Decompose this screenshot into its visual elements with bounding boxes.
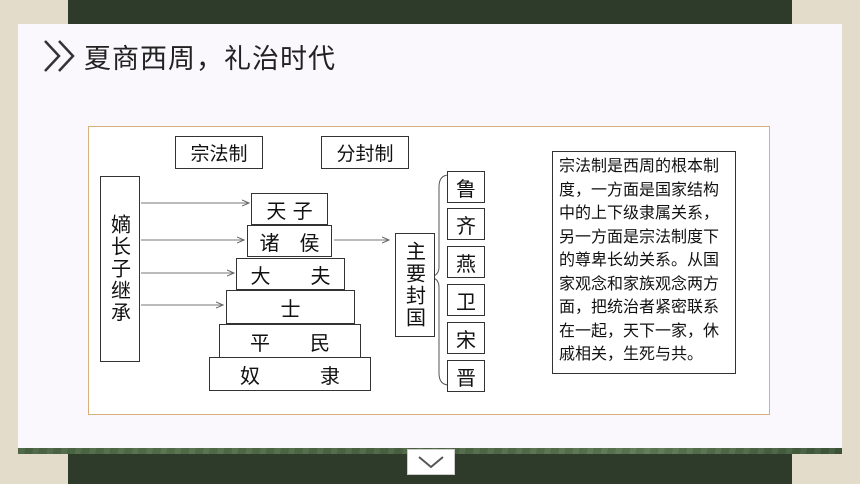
- state-jin: 晋: [447, 360, 485, 392]
- pyramid-shi: 士: [226, 290, 355, 324]
- label-zongfa: 宗法制: [175, 136, 263, 169]
- state-yan: 燕: [447, 246, 485, 278]
- zongfa-note: 宗法制是西周的根本制度，一方面是国家结构中的上下级隶属关系，另一方面是宗法制度下…: [552, 151, 736, 374]
- chevron-down-icon: [418, 456, 444, 469]
- next-button[interactable]: [407, 449, 455, 475]
- primogeniture-box: 嫡长子继承: [100, 176, 140, 362]
- slide: 夏商西周，礼治时代 宗法制 分封制 嫡长子继承 天 子 诸 侯 大 夫 士 平 …: [18, 24, 842, 448]
- slide-title: 夏商西周，礼治时代: [84, 44, 336, 75]
- pyramid-tianzi: 天 子: [251, 193, 328, 225]
- state-song: 宋: [447, 322, 485, 354]
- double-chevron-right-icon: [44, 40, 75, 72]
- pyramid-nuli: 奴 隶: [209, 357, 371, 391]
- state-qi: 齐: [447, 208, 485, 240]
- state-lu: 鲁: [447, 171, 485, 203]
- pyramid-daifu: 大 夫: [236, 258, 345, 290]
- main-fiefs-box: 主要封国: [395, 233, 435, 337]
- pyramid-zhuhou: 诸 侯: [247, 225, 332, 257]
- diagram-panel: 宗法制 分封制 嫡长子继承 天 子 诸 侯 大 夫 士 平 民 奴 隶 主要封国…: [88, 126, 770, 415]
- pyramid-pingmin: 平 民: [219, 324, 361, 358]
- state-wei: 卫: [447, 284, 485, 316]
- label-fenfeng: 分封制: [321, 136, 409, 169]
